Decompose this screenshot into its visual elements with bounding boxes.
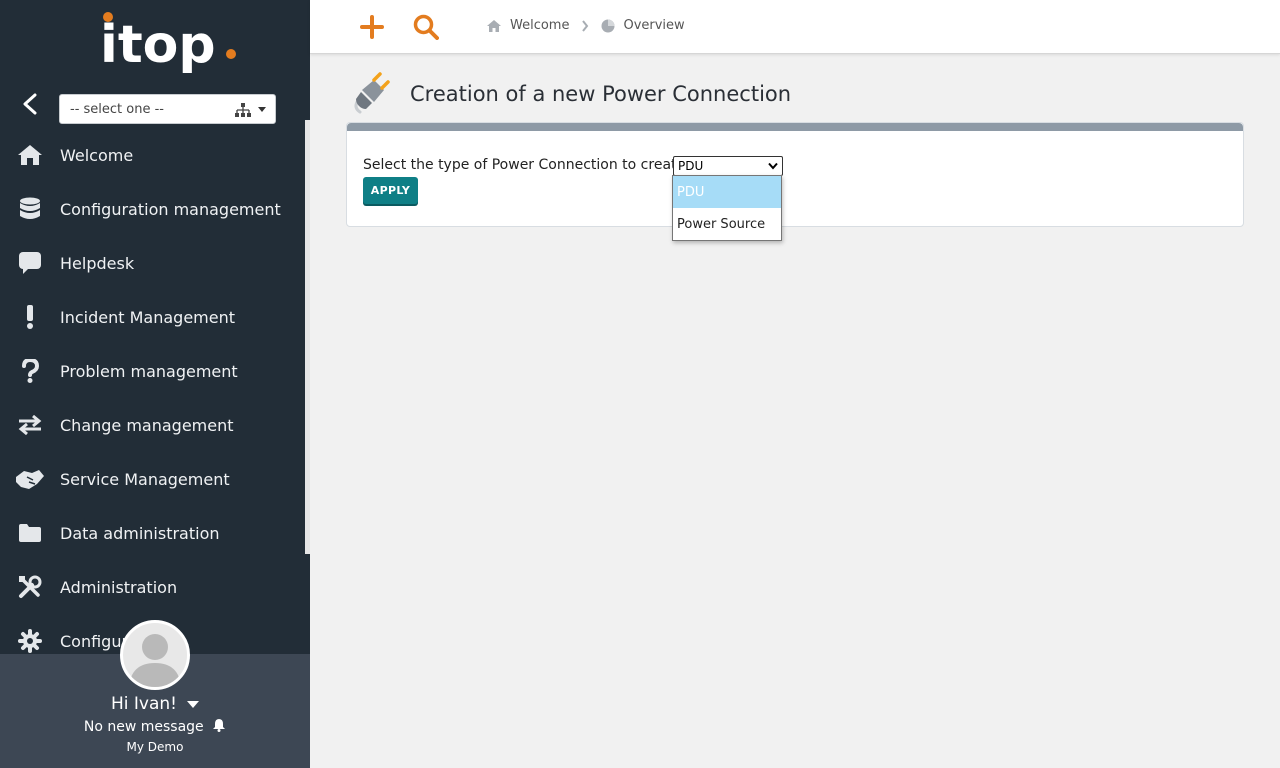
handshake-icon <box>0 468 60 490</box>
plus-icon <box>360 15 384 39</box>
home-icon <box>487 19 501 32</box>
question-icon <box>0 359 60 383</box>
type-select-options: PDU Power Source <box>672 175 782 241</box>
menu-item-welcome[interactable]: Welcome <box>0 128 305 182</box>
user-panel: Hi Ivan! No new message My Demo <box>0 620 310 768</box>
svg-text:itop: itop <box>100 15 216 75</box>
menu-item-configuration-management[interactable]: Configuration management <box>0 182 305 236</box>
comment-icon <box>0 251 60 275</box>
user-greeting[interactable]: Hi Ivan! <box>0 694 310 714</box>
menu-item-change-management[interactable]: Change management <box>0 398 305 452</box>
breadcrumb: Welcome Overview <box>486 18 685 33</box>
bell-icon <box>213 719 226 732</box>
search-icon <box>413 14 439 40</box>
page-header: Creation of a new Power Connection <box>352 70 791 118</box>
avatar[interactable] <box>120 620 190 690</box>
environment-label: My Demo <box>126 740 184 754</box>
sitemap-icon <box>235 103 251 117</box>
caret-down-icon <box>187 700 199 708</box>
top-bar: Welcome Overview <box>310 0 1280 54</box>
creation-form-panel: Select the type of Power Connection to c… <box>346 122 1244 227</box>
page-title: Creation of a new Power Connection <box>410 82 792 106</box>
panel-header-bar <box>347 123 1243 131</box>
chevron-right-icon <box>581 19 589 32</box>
option-power-source[interactable]: Power Source <box>673 208 781 240</box>
menu-item-problem-management[interactable]: Problem management <box>0 344 305 398</box>
new-object-button[interactable] <box>357 12 387 42</box>
tools-icon <box>0 575 60 599</box>
menu-item-administration[interactable]: Administration <box>0 560 305 614</box>
itop-logo[interactable]: itop <box>100 8 240 80</box>
type-select[interactable]: PDU <box>673 156 783 176</box>
main-menu: Welcome Configuration management Helpdes… <box>0 128 305 668</box>
collapse-sidebar-button[interactable] <box>16 90 44 118</box>
menu-item-data-administration[interactable]: Data administration <box>0 506 305 560</box>
sidebar: itop -- select one -- Welcome Configurat… <box>0 0 310 768</box>
folder-icon <box>0 523 60 543</box>
type-select-label: Select the type of Power Connection to c… <box>363 157 690 173</box>
power-plug-icon <box>354 72 390 114</box>
gear-icon <box>0 629 60 653</box>
pie-chart-icon <box>601 19 615 32</box>
chevron-down-icon <box>768 162 778 170</box>
chevron-left-icon <box>23 93 37 115</box>
database-icon <box>0 197 60 221</box>
breadcrumb-item-overview[interactable]: Overview <box>601 18 685 33</box>
organization-select-value: -- select one -- <box>70 101 164 117</box>
menu-item-service-management[interactable]: Service Management <box>0 452 305 506</box>
exclamation-icon <box>0 305 60 329</box>
breadcrumb-item-welcome[interactable]: Welcome <box>486 18 569 33</box>
global-search-button[interactable] <box>411 12 441 42</box>
sidebar-scrollbar[interactable] <box>305 120 310 554</box>
home-icon <box>0 144 60 166</box>
notifications[interactable]: No new message <box>0 718 310 735</box>
option-pdu[interactable]: PDU <box>673 176 781 208</box>
exchange-icon <box>0 415 60 435</box>
menu-item-helpdesk[interactable]: Helpdesk <box>0 236 305 290</box>
type-select-value: PDU <box>678 159 704 173</box>
menu-item-incident-management[interactable]: Incident Management <box>0 290 305 344</box>
apply-button[interactable]: APPLY <box>363 177 418 204</box>
organization-select[interactable]: -- select one -- <box>59 94 276 124</box>
chevron-down-icon <box>258 107 266 112</box>
